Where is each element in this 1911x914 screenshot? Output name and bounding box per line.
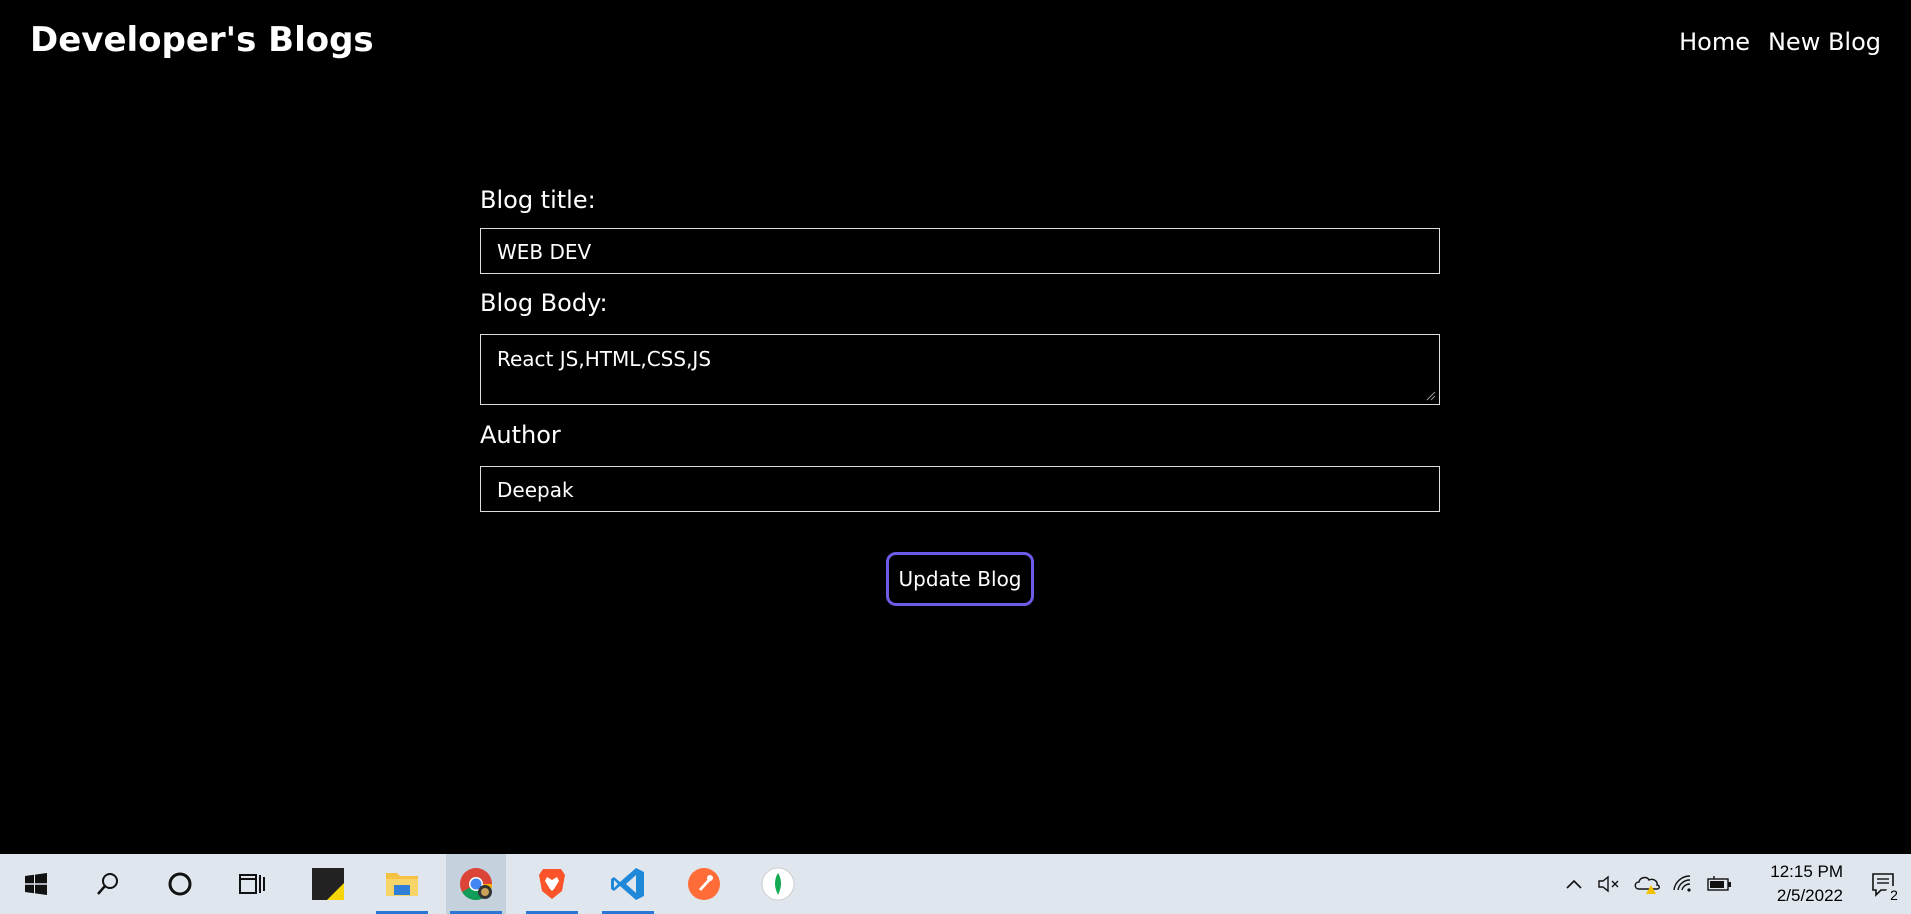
- blog-form: Blog title: WEB DEV Blog Body: React JS,…: [480, 180, 1440, 512]
- notification-count-badge: 2: [1885, 886, 1903, 904]
- author-input[interactable]: Deepak: [480, 466, 1440, 512]
- battery-icon[interactable]: [1704, 854, 1734, 914]
- postman-icon[interactable]: [674, 854, 734, 914]
- clock-time: 12:15 PM: [1770, 862, 1843, 881]
- blog-title-input[interactable]: WEB DEV: [480, 228, 1440, 274]
- clock-date: 2/5/2022: [1776, 886, 1843, 905]
- file-explorer-icon[interactable]: [372, 854, 432, 914]
- blog-body-textarea[interactable]: React JS,HTML,CSS,JS: [480, 334, 1440, 405]
- task-view-icon[interactable]: [222, 854, 282, 914]
- author-label: Author: [480, 421, 561, 449]
- search-icon[interactable]: [78, 854, 138, 914]
- nav-link-new-blog[interactable]: New Blog: [1768, 28, 1881, 56]
- blog-title-label: Blog title:: [480, 186, 596, 214]
- sticky-notes-icon[interactable]: [298, 854, 358, 914]
- navbar: Developer's Blogs Home New Blog: [0, 0, 1911, 90]
- blog-body-text: React JS,HTML,CSS,JS: [497, 347, 712, 371]
- vscode-icon[interactable]: [598, 854, 658, 914]
- update-blog-button[interactable]: Update Blog: [886, 552, 1034, 606]
- cortana-icon[interactable]: [150, 854, 210, 914]
- onedrive-icon[interactable]: [1632, 854, 1662, 914]
- taskbar-clock[interactable]: 12:15 PM 2/5/2022: [1770, 860, 1843, 908]
- resize-grip-icon[interactable]: [1426, 391, 1436, 401]
- nav-links: Home New Blog: [1679, 28, 1881, 56]
- chrome-icon[interactable]: [446, 854, 506, 914]
- volume-muted-icon[interactable]: [1596, 854, 1622, 914]
- windows-start-icon[interactable]: [6, 854, 66, 914]
- mongodb-compass-icon[interactable]: [748, 854, 808, 914]
- brave-icon[interactable]: [522, 854, 582, 914]
- site-brand[interactable]: Developer's Blogs: [30, 20, 374, 60]
- blog-body-label: Blog Body:: [480, 289, 608, 317]
- taskbar: 12:15 PM 2/5/2022 2: [0, 854, 1911, 914]
- wifi-icon[interactable]: [1670, 854, 1698, 914]
- nav-link-home[interactable]: Home: [1679, 28, 1750, 56]
- chevron-up-icon[interactable]: [1562, 854, 1586, 914]
